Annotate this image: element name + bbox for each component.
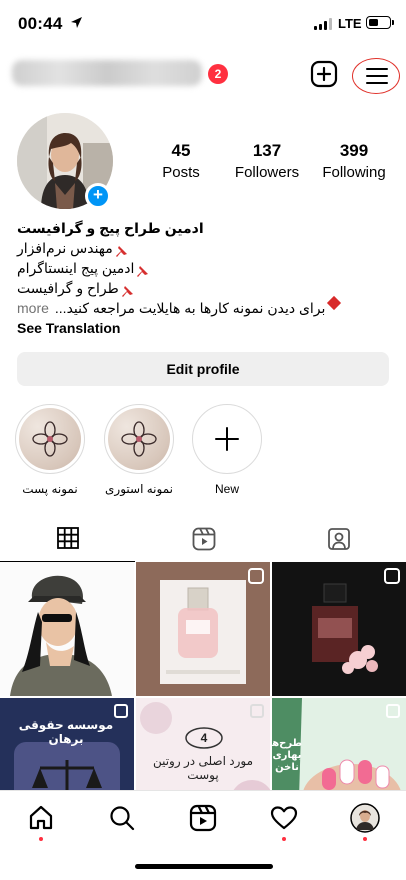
post-thumbnail [0, 562, 134, 696]
tab-posts-grid[interactable] [0, 517, 135, 562]
cellular-signal-icon [314, 18, 332, 30]
status-time: 00:44 [18, 14, 63, 33]
battery-icon [366, 16, 394, 29]
carousel-indicator-icon [250, 704, 264, 718]
profile-tabs [0, 517, 406, 562]
plus-square-icon [310, 60, 338, 88]
profile-avatar [350, 803, 380, 833]
bio-line: more برای دیدن نمونه کارها به هایلایت مر… [17, 295, 389, 318]
home-icon [29, 805, 53, 830]
heart-icon [270, 806, 298, 830]
location-arrow-icon [71, 17, 82, 28]
home-indicator [135, 864, 273, 869]
username-blurred[interactable] [12, 60, 202, 86]
notification-dot [39, 837, 43, 841]
bio-more-link[interactable]: more [17, 298, 49, 318]
pushpin-icon [121, 283, 134, 297]
bio-line: مهندس نرم‌افزار [17, 238, 389, 258]
carousel-indicator-icon [386, 704, 400, 718]
flower-icon [121, 421, 157, 457]
network-type: LTE [338, 16, 362, 31]
bio-line: ادمین پیج اینستاگرام [17, 258, 389, 278]
reels-icon [189, 804, 217, 832]
notification-dot [282, 837, 286, 841]
nav-profile[interactable] [350, 803, 380, 841]
highlight-item[interactable]: نمونه پست [15, 404, 85, 496]
reels-icon [192, 527, 216, 551]
nav-search[interactable] [107, 803, 137, 833]
notification-dot [363, 837, 367, 841]
plus-icon [215, 427, 239, 451]
post-caption: مورد اصلی در روتین پوست [152, 754, 254, 782]
flower-icon [32, 421, 68, 457]
tab-tagged[interactable] [270, 517, 405, 562]
post-caption: طرح‌های بهاری ناخن [272, 738, 302, 773]
grid-post[interactable] [0, 562, 134, 696]
profile-bio: ادمین طراح پیج و گرافیست مهندس نرم‌افزار… [17, 218, 389, 338]
highlight-item[interactable]: نمونه استوری [104, 404, 174, 496]
tagged-icon [328, 528, 350, 550]
create-post-button[interactable] [310, 60, 338, 88]
stat-posts[interactable]: 45 Posts [155, 141, 207, 181]
add-story-button[interactable]: + [85, 183, 111, 209]
red-diamond-icon [327, 295, 342, 311]
grid-post[interactable] [136, 562, 270, 696]
new-highlight-button[interactable]: New [192, 404, 262, 496]
stat-followers[interactable]: 137 Followers [228, 141, 306, 181]
grid-post[interactable] [272, 562, 406, 696]
nav-reels[interactable] [188, 803, 218, 833]
stat-following[interactable]: 399 Following [318, 141, 390, 181]
nav-home[interactable] [26, 803, 56, 841]
profile-name: ادمین طراح پیج و گرافیست [17, 220, 204, 236]
nav-activity[interactable] [269, 803, 299, 841]
edit-profile-button[interactable]: Edit profile [17, 352, 389, 386]
post-caption: موسسه حقوقی برهان [18, 718, 114, 746]
search-icon [110, 806, 135, 831]
reel-indicator-icon [248, 568, 264, 584]
tab-reels[interactable] [135, 517, 270, 562]
pushpin-icon [136, 263, 149, 277]
see-translation-link[interactable]: See Translation [17, 318, 389, 338]
status-bar: 00:44 LTE [0, 0, 406, 48]
notification-badge[interactable]: 2 [208, 64, 228, 84]
menu-button[interactable] [352, 58, 400, 94]
grid-icon [57, 527, 79, 549]
hamburger-icon [366, 68, 388, 70]
carousel-indicator-icon [114, 704, 128, 718]
pushpin-icon [115, 243, 128, 257]
reel-indicator-icon [384, 568, 400, 584]
post-number: 4 [200, 731, 208, 745]
